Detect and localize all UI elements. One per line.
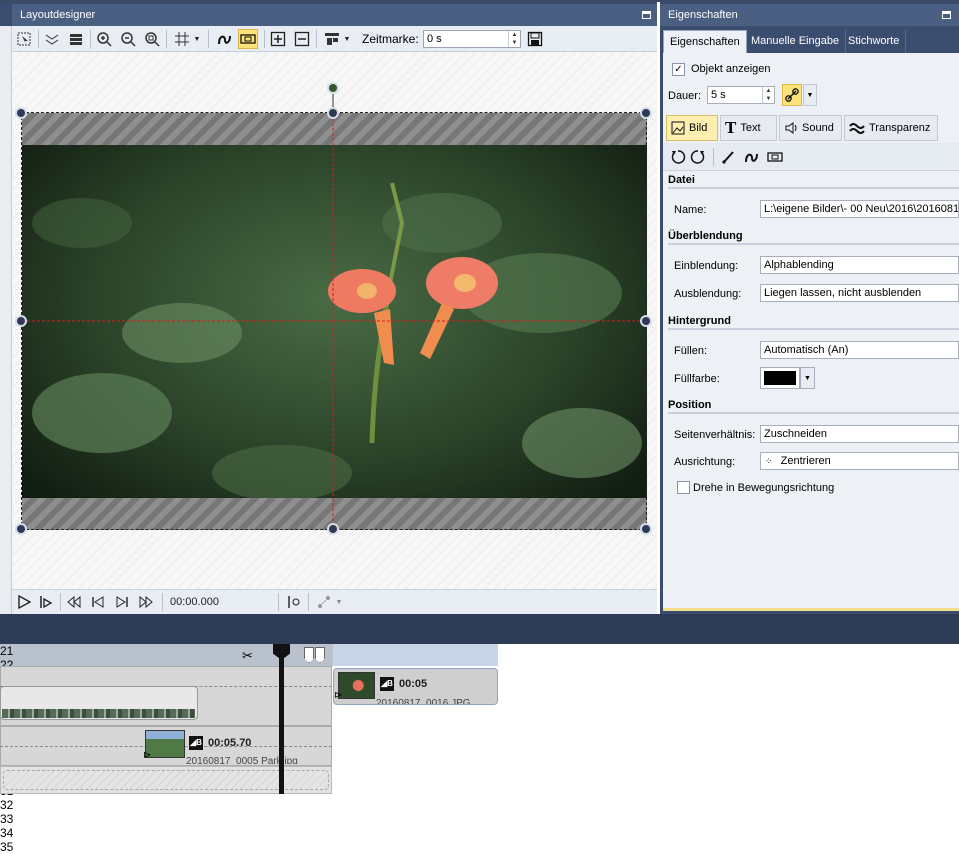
einblendung-label: Einblendung: (674, 260, 739, 272)
timeline-header-bar (0, 614, 959, 644)
clip-b-duration: 00:05.70 (208, 737, 252, 749)
transparency-icon (849, 123, 865, 134)
subtab-transparenz[interactable]: Transparenz (844, 115, 938, 141)
fuellfarbe-color-swatch[interactable] (760, 367, 800, 389)
subtab-bild[interactable]: Bild (666, 115, 718, 141)
ausblendung-select[interactable]: Liegen lassen, nicht ausblenden (760, 284, 959, 302)
subtab-sound-label: Sound (802, 122, 834, 134)
text-icon: T (725, 118, 737, 137)
play-icon[interactable] (14, 592, 34, 612)
rotate-left-icon[interactable] (668, 147, 688, 167)
ausblendung-label: Ausblendung: (674, 288, 742, 300)
player-time: 00:00.000 (170, 596, 219, 608)
marker-view-icon[interactable] (284, 592, 304, 612)
fuellfarbe-label: Füllfarbe: (674, 373, 720, 385)
objekt-anzeigen-label: Objekt anzeigen (691, 63, 771, 75)
rewind-icon[interactable] (64, 592, 84, 612)
name-field[interactable]: L:\eigene Bilder\- 00 Neu\2016\20160817 (760, 200, 959, 218)
section-position-title: Position (668, 396, 959, 414)
properties-title: Eigenschaften (660, 4, 959, 26)
clip-b-filename: 20160817_0005 Park.jpg (186, 756, 298, 764)
clip-a-filename: 20160817_0016.JPG (376, 698, 471, 704)
previous-icon[interactable] (88, 592, 108, 612)
drehe-checkbox[interactable] (677, 481, 690, 494)
seitenverhaeltnis-label: Seitenverhältnis: (674, 429, 756, 441)
subtab-text-label: Text (740, 122, 761, 134)
timeline-playhead[interactable] (279, 644, 284, 794)
drehe-label: Drehe in Bewegungsrichtung (693, 482, 835, 494)
dauer-input[interactable]: 5 s ▲ ▼ (707, 86, 775, 104)
path-options-dropdown-icon[interactable]: ▼ (334, 592, 344, 612)
link-dropdown-icon[interactable]: ▼ (803, 84, 817, 106)
camera-pan-icon[interactable] (765, 147, 785, 167)
subtab-transparenz-label: Transparenz (869, 122, 931, 134)
objekt-anzeigen-checkbox[interactable]: ✓ (672, 63, 685, 76)
scissors-icon[interactable]: ✂ (242, 648, 253, 664)
speaker-icon (785, 122, 797, 134)
bild-toolbar (663, 143, 959, 171)
resize-handle-sw[interactable] (15, 523, 27, 535)
resize-handle-e[interactable] (640, 315, 652, 327)
clip-a-thumbnail[interactable] (338, 672, 375, 699)
center-align-icon: ⁘ (765, 456, 772, 466)
tab-manuelle-eingabe[interactable]: Manuelle Eingabe (745, 30, 847, 53)
ruler-tick-label: 33 (0, 812, 14, 826)
path-options-icon[interactable] (314, 592, 334, 612)
ruler-tick-label: 35 (0, 840, 14, 854)
tab-stichworte[interactable]: Stichworte (842, 30, 907, 53)
dauer-value: 5 s (711, 89, 726, 101)
section-hintergrund-title: Hintergrund (668, 312, 959, 330)
name-label: Name: (674, 204, 707, 216)
ausrichtung-select[interactable]: ⁘ Zentrieren (760, 452, 959, 470)
resize-handle-se[interactable] (640, 523, 652, 535)
ruler-tick-label: 21 (0, 644, 14, 658)
rotate-right-icon[interactable] (688, 147, 708, 167)
ausrichtung-label: Ausrichtung: (674, 456, 736, 468)
marker-flags-icon[interactable] (304, 647, 326, 663)
dauer-spinner[interactable]: ▲ ▼ (762, 87, 774, 103)
properties-bottom-accent (663, 608, 959, 611)
ruler-tick-label: 32 (0, 798, 14, 812)
section-ueberblendung-title: Überblendung (668, 227, 959, 245)
next-icon[interactable] (112, 592, 132, 612)
fuellen-label: Füllen: (674, 345, 708, 357)
clip-b-transition-icon[interactable]: ◢B (189, 736, 203, 750)
resize-handle-n[interactable] (327, 107, 339, 119)
seitenverhaeltnis-select[interactable]: Zuschneiden (760, 425, 959, 443)
fast-forward-icon[interactable] (136, 592, 156, 612)
properties-title-text: Eigenschaften (668, 9, 738, 21)
clip-a-duration: 00:05 (399, 678, 428, 690)
clip-filmstrip (2, 709, 195, 718)
fuellfarbe-dropdown-icon[interactable]: ▼ (800, 367, 815, 389)
tab-eigenschaften[interactable]: Eigenschaften (663, 30, 747, 53)
rotate-handle[interactable] (327, 82, 339, 94)
maximize-icon[interactable] (942, 11, 951, 19)
image-icon (671, 121, 685, 135)
subtab-text[interactable]: T Text (720, 115, 777, 141)
resize-handle-ne[interactable] (640, 107, 652, 119)
preview-player-bar: 00:00.000 ▼ (12, 589, 657, 614)
ausrichtung-value: Zentrieren (780, 455, 831, 467)
selection-frame[interactable] (21, 112, 647, 530)
section-datei-title: Datei (668, 171, 959, 189)
ruler-tick-label: 34 (0, 826, 14, 840)
fuellen-select[interactable]: Automatisch (An) (760, 341, 959, 359)
subtab-sound[interactable]: Sound (779, 115, 842, 141)
edit-brush-icon[interactable] (719, 147, 739, 167)
color-swatch-fill (764, 371, 796, 385)
link-icon[interactable] (782, 84, 802, 106)
dauer-label: Dauer: (668, 90, 702, 102)
einblendung-select[interactable]: Alphablending (760, 256, 959, 274)
resize-handle-s[interactable] (327, 523, 339, 535)
subtab-bild-label: Bild (689, 122, 708, 134)
clip-b-play-marker-icon: ⊳ (143, 750, 152, 761)
clip-a-transition-icon[interactable]: ◢B (380, 677, 394, 691)
motion-path-icon[interactable] (741, 147, 761, 167)
resize-handle-nw[interactable] (15, 107, 27, 119)
resize-handle-w[interactable] (15, 315, 27, 327)
clip-a-play-marker-icon: ⊳ (334, 690, 343, 701)
play-from-mark-icon[interactable] (36, 592, 56, 612)
